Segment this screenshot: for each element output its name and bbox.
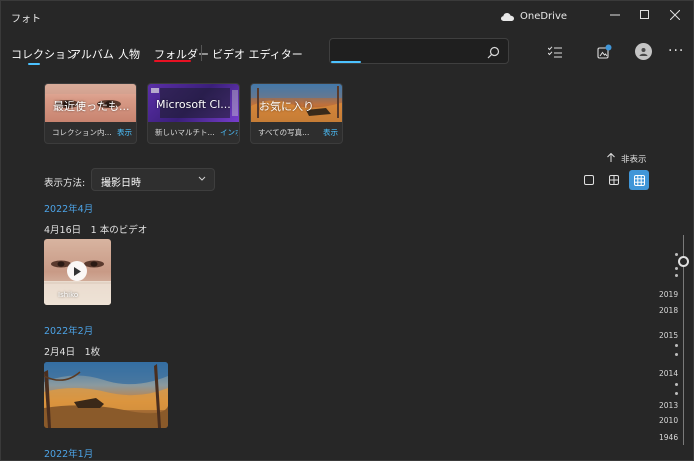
video-thumbnail[interactable]: Ishiko	[44, 239, 111, 305]
large-size-button[interactable]	[579, 170, 599, 190]
view-by-dropdown[interactable]: 撮影日時	[91, 168, 215, 191]
card-caption: すべての写真...	[258, 128, 310, 137]
scrubber-marker	[675, 383, 678, 386]
scrubber-year[interactable]: 1946	[659, 433, 678, 442]
view-by-value: 撮影日時	[101, 178, 141, 189]
scrubber-year[interactable]: 2013	[659, 401, 678, 410]
close-button[interactable]	[663, 5, 687, 25]
tab-collection-indicator	[28, 63, 40, 65]
day-heading: 4月16日 1 本のビデオ	[44, 225, 148, 236]
scrubber-year[interactable]: 2018	[659, 306, 678, 315]
tab-video-editor[interactable]: ビデオ エディター	[212, 46, 303, 62]
hide-albums-toggle[interactable]: 非表示	[607, 152, 647, 165]
card-link[interactable]: 表示	[323, 127, 341, 138]
search-focus-indicator	[331, 61, 361, 63]
cloud-icon	[501, 12, 514, 21]
month-heading: 2022年4月	[44, 204, 94, 215]
tab-collection[interactable]: コレクション	[11, 46, 77, 62]
card-thumbnail: 最近使ったも...	[45, 84, 136, 122]
scrubber-year[interactable]: 2019	[659, 290, 678, 299]
onedrive-label: OneDrive	[520, 11, 568, 22]
medium-size-button[interactable]	[604, 170, 624, 190]
chevron-down-icon	[198, 173, 206, 188]
scrubber-marker	[675, 267, 678, 270]
scrubber-marker	[675, 344, 678, 347]
onedrive-button[interactable]: OneDrive	[501, 11, 567, 22]
thumb-watermark: Ishiko	[58, 291, 79, 299]
tab-people[interactable]: 人物	[118, 46, 140, 62]
card-title: 最近使ったも...	[53, 100, 130, 113]
title-bar: フォト OneDrive	[1, 1, 694, 33]
scrubber-marker	[675, 392, 678, 395]
hide-label: 非表示	[621, 155, 647, 165]
scrubber-marker	[675, 274, 678, 277]
select-checklist-icon[interactable]	[544, 43, 566, 61]
scrubber-marker	[675, 253, 678, 256]
album-card-recent[interactable]: 最近使ったも... コレクション内... 表示	[44, 83, 137, 144]
scrubber-year[interactable]: 2014	[659, 369, 678, 378]
grid-3x3-icon	[633, 174, 645, 186]
grid-2x2-icon	[609, 175, 619, 185]
scrubber-marker	[675, 353, 678, 356]
timeline-scrubber-handle[interactable]	[678, 256, 689, 267]
day-heading: 2月4日 1枚	[44, 347, 101, 358]
tab-albums[interactable]: アルバム	[70, 46, 114, 62]
scrubber-year[interactable]: 2010	[659, 416, 678, 425]
view-by-label: 表示方法:	[44, 178, 86, 189]
minimize-button[interactable]	[603, 5, 627, 25]
album-card-microsoft-clipchamp[interactable]: Microsoft Cl... 新しいマルチト... インポート	[147, 83, 240, 144]
card-title: お気に入り	[259, 100, 314, 113]
square-icon	[584, 175, 594, 185]
account-avatar[interactable]	[635, 43, 652, 60]
maximize-button[interactable]	[633, 5, 657, 25]
play-icon[interactable]	[67, 261, 87, 281]
month-heading: 2022年2月	[44, 326, 94, 337]
card-link[interactable]: 表示	[117, 127, 135, 138]
arrow-up-icon	[607, 152, 615, 165]
search-icon[interactable]	[487, 44, 500, 63]
photos-window: フォト OneDrive コレクション アルバム 人物 フォルダー ビデオ エデ…	[0, 0, 694, 461]
card-thumbnail: Microsoft Cl...	[148, 84, 239, 122]
photo-thumbnail[interactable]	[44, 362, 168, 428]
card-link[interactable]: インポート	[220, 127, 238, 138]
folders-highlight	[154, 60, 191, 62]
nav-divider	[201, 45, 202, 61]
month-heading: 2022年1月	[44, 449, 94, 460]
album-card-favorites[interactable]: お気に入り すべての写真... 表示	[250, 83, 343, 144]
import-icon[interactable]	[593, 43, 615, 61]
app-title: フォト	[11, 14, 41, 25]
autumn-landscape-photo	[44, 362, 168, 428]
card-caption: コレクション内...	[52, 128, 112, 137]
card-title: Microsoft Cl...	[156, 98, 231, 111]
scrubber-year[interactable]: 2015	[659, 331, 678, 340]
more-options-button[interactable]: ···	[668, 43, 684, 59]
card-thumbnail: お気に入り	[251, 84, 342, 122]
small-size-button[interactable]	[629, 170, 649, 190]
card-caption: 新しいマルチト...	[155, 128, 215, 137]
